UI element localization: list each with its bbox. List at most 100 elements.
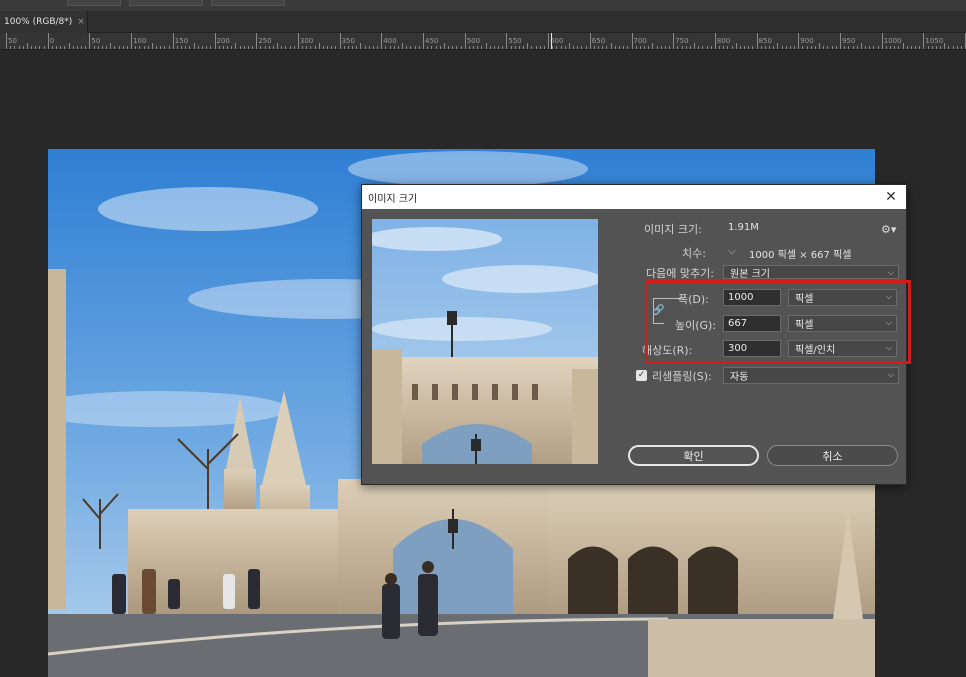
ruler-minor-tick — [181, 46, 183, 49]
ruler-minor-tick — [748, 46, 750, 49]
ruler-minor-tick — [865, 46, 867, 49]
ruler-major-tick — [6, 33, 7, 49]
ruler-minor-tick — [598, 46, 600, 49]
ruler-major-tick — [297, 33, 299, 49]
chevron-down-icon: ⌵ — [887, 370, 894, 379]
ruler-minor-tick — [518, 46, 520, 49]
ok-button[interactable]: 확인 — [628, 445, 759, 466]
resample-select[interactable]: 자동 ⌵ — [723, 367, 899, 384]
ruler-label: 700 — [633, 37, 647, 45]
ruler-minor-tick — [281, 46, 283, 49]
options-control[interactable] — [67, 0, 121, 6]
ruler-minor-tick — [710, 46, 712, 49]
ruler-minor-tick — [481, 46, 483, 49]
ruler-minor-tick — [869, 46, 871, 49]
ruler-major-tick — [256, 33, 258, 49]
ruler-minor-tick — [769, 46, 771, 49]
ruler-minor-tick — [156, 46, 158, 49]
ruler-minor-tick — [527, 43, 529, 49]
ruler-minor-tick — [239, 46, 241, 49]
ruler-minor-tick — [227, 46, 228, 49]
ruler-major-tick — [714, 33, 716, 49]
ruler-minor-tick — [560, 46, 562, 49]
ruler-minor-tick — [614, 46, 616, 49]
ruler-minor-tick — [510, 46, 512, 49]
ruler-minor-tick — [860, 43, 862, 49]
ruler-label: 0 — [49, 37, 55, 45]
ruler-minor-tick — [60, 46, 62, 49]
ruler-minor-tick — [618, 46, 620, 49]
ruler-minor-tick — [135, 46, 137, 49]
document-tab-title: 100% (RGB/8*) — [4, 17, 73, 27]
ruler-minor-tick — [656, 46, 658, 49]
ruler-label: 500 — [466, 37, 481, 45]
ruler-minor-tick — [685, 46, 687, 49]
ruler-minor-tick — [669, 46, 671, 49]
ruler-minor-tick — [468, 46, 470, 49]
close-icon[interactable]: ✕ — [882, 188, 900, 206]
ruler-minor-tick — [402, 43, 404, 49]
ruler-label: 750 — [675, 37, 689, 45]
ruler-minor-tick — [331, 46, 333, 49]
image-preview[interactable] — [372, 219, 598, 464]
ruler-minor-tick — [160, 46, 162, 49]
ruler-minor-tick — [485, 43, 487, 49]
ruler-minor-tick — [877, 46, 879, 49]
ruler-minor-tick — [39, 46, 41, 49]
gear-icon[interactable]: ⚙▾ — [881, 223, 896, 236]
horizontal-ruler[interactable]: 50 0 50 100 150 200 250 300 350 400 450 500 550 600 65… — [0, 33, 966, 50]
chevron-down-icon[interactable]: ⌵ — [728, 246, 736, 257]
ruler-minor-tick — [577, 46, 579, 49]
ruler-minor-tick — [810, 46, 812, 49]
ruler-minor-tick — [139, 46, 141, 49]
fit-to-select[interactable]: 원본 크기 ⌵ — [723, 265, 899, 280]
resample-checkbox[interactable]: ✓ — [636, 370, 647, 381]
options-control[interactable] — [211, 0, 285, 6]
ruler-minor-tick — [573, 46, 575, 49]
ruler-minor-tick — [143, 46, 145, 49]
ruler-minor-tick — [694, 43, 696, 49]
ruler-minor-tick — [118, 46, 120, 49]
options-control[interactable] — [129, 0, 203, 6]
ruler-minor-tick — [222, 46, 224, 49]
ruler-minor-tick — [819, 43, 821, 49]
ruler-minor-tick — [915, 46, 917, 49]
resample-label: 리샘플링(S): — [652, 370, 712, 383]
ruler-major-tick — [131, 33, 133, 49]
dialog-titlebar[interactable]: 이미지 크기 ✕ — [362, 185, 906, 209]
ruler-minor-tick — [739, 46, 741, 49]
ruler-minor-tick — [443, 43, 445, 49]
ruler-minor-tick — [164, 46, 166, 49]
ruler-major-tick — [214, 33, 216, 49]
ruler-label: 150 — [174, 37, 189, 45]
close-tab-icon[interactable]: × — [77, 17, 85, 27]
chevron-down-icon: ⌵ — [887, 268, 894, 277]
ruler-minor-tick — [277, 43, 279, 49]
ruler-minor-tick — [898, 46, 900, 49]
ruler-minor-tick — [360, 43, 362, 49]
ruler-label: 350 — [341, 37, 355, 45]
ruler-major-tick — [172, 33, 174, 49]
ruler-minor-tick — [731, 46, 733, 49]
ruler-minor-tick — [752, 46, 754, 49]
ruler-minor-tick — [823, 46, 825, 49]
ruler-label: 950 — [842, 37, 856, 45]
cancel-button[interactable]: 취소 — [767, 445, 898, 466]
ruler-minor-tick — [610, 43, 612, 49]
ruler-minor-tick — [106, 46, 108, 49]
ruler-minor-tick — [493, 46, 495, 49]
ruler-minor-tick — [385, 46, 387, 49]
ruler-minor-tick — [639, 46, 641, 49]
ruler-minor-tick — [76, 46, 78, 49]
ruler-minor-tick — [764, 46, 766, 49]
ruler-minor-tick — [789, 46, 791, 49]
ruler-minor-tick — [151, 43, 153, 49]
ruler-minor-tick — [193, 43, 195, 49]
ruler-minor-tick — [894, 46, 896, 49]
ruler-minor-tick — [397, 46, 399, 49]
ruler-minor-tick — [460, 46, 462, 49]
document-tab[interactable]: 100% (RGB/8*) × — [0, 11, 88, 33]
ruler-minor-tick — [64, 46, 66, 49]
ruler-minor-tick — [35, 46, 37, 49]
ruler-minor-tick — [18, 46, 20, 49]
